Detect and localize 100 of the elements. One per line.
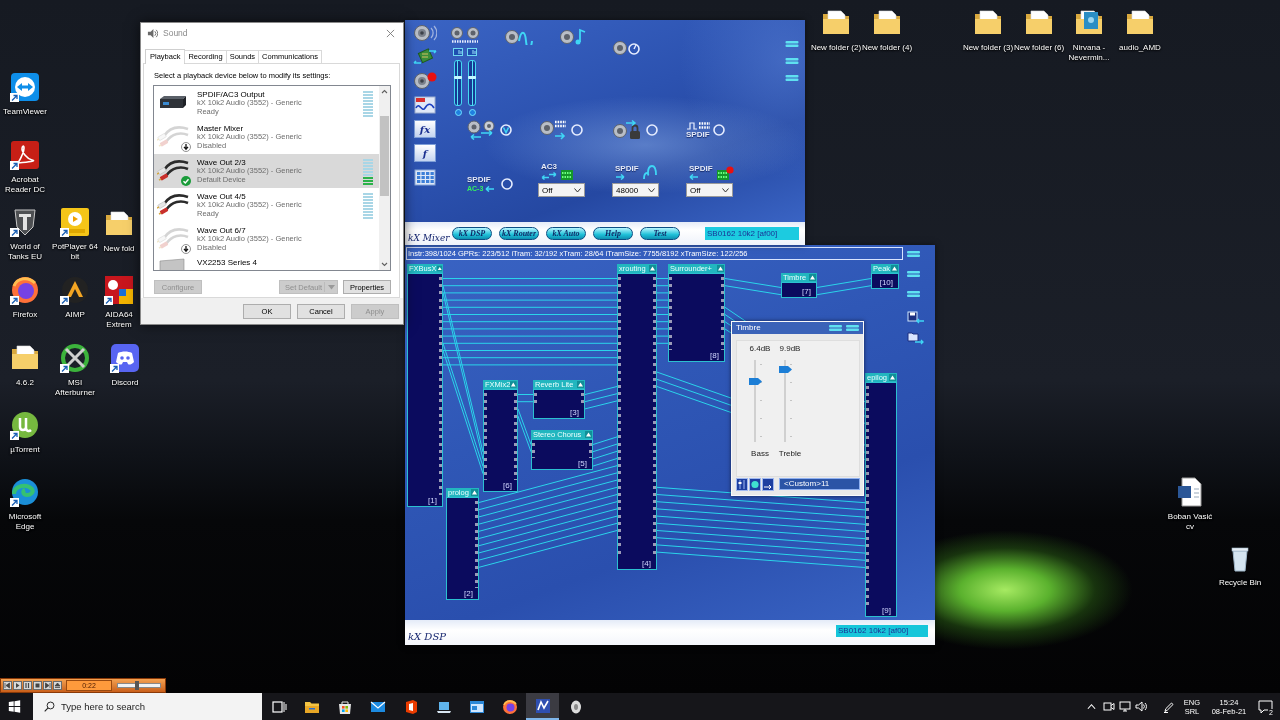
device-list[interactable] bbox=[153, 85, 391, 271]
round-logo-icon[interactable] bbox=[10, 275, 40, 305]
pen-icon[interactable] bbox=[1163, 700, 1175, 713]
speaker-note-icon[interactable] bbox=[560, 28, 586, 45]
double-line-icon[interactable] bbox=[785, 41, 799, 47]
plugin-block[interactable]: [7] bbox=[781, 282, 817, 298]
plugin-block[interactable]: [2] bbox=[446, 497, 479, 600]
previous-icon[interactable] bbox=[3, 681, 12, 690]
plugin-block[interactable]: [4] bbox=[617, 273, 657, 570]
desktop-icon-label[interactable]: Boban Vasić cv bbox=[1164, 512, 1216, 532]
speaker-dial-icon[interactable] bbox=[613, 40, 641, 56]
collapse-arrow-icon[interactable] bbox=[717, 265, 724, 272]
speaker-record-icon[interactable] bbox=[413, 71, 437, 91]
desktop-icon-label[interactable]: Nirvana - Nevermin... bbox=[1063, 43, 1115, 63]
desktop-icon-label[interactable]: audio_AMD bbox=[1119, 43, 1161, 53]
play-icon[interactable] bbox=[13, 681, 22, 690]
circuit-board-icon[interactable] bbox=[413, 47, 437, 67]
nav-button[interactable]: Test bbox=[640, 227, 680, 240]
dropdown[interactable]: Off bbox=[686, 183, 733, 197]
desktop-icon-label[interactable]: New folder (4) bbox=[861, 43, 913, 53]
slider-thumb[interactable] bbox=[749, 377, 762, 385]
collapse-arrow-icon[interactable] bbox=[436, 265, 442, 272]
letter-tile-button[interactable]: fx bbox=[414, 120, 436, 138]
gamepad-icon[interactable] bbox=[110, 343, 140, 373]
plugin-block[interactable]: [10] bbox=[871, 273, 899, 289]
wave-logo-icon[interactable] bbox=[10, 477, 40, 507]
desktop-icon-label[interactable]: New folder (3) bbox=[962, 43, 1014, 53]
grid-tile-icon[interactable] bbox=[413, 167, 437, 187]
chevron-up-icon[interactable] bbox=[1087, 703, 1096, 710]
search-field[interactable]: Type here to search bbox=[33, 693, 262, 720]
desktop-icon-label[interactable]: Microsoft Edge bbox=[0, 512, 51, 532]
fader-icon[interactable] bbox=[736, 477, 748, 491]
play-button-icon[interactable] bbox=[60, 207, 90, 237]
nav-button[interactable]: kX DSP bbox=[452, 227, 492, 240]
desktop-icon-label[interactable]: World of Tanks EU bbox=[0, 242, 51, 262]
desktop-icon-label[interactable]: PotPlayer 64 bit bbox=[49, 242, 101, 262]
slider-thumb[interactable] bbox=[454, 75, 462, 79]
plugin-block[interactable]: [1] bbox=[407, 273, 443, 507]
volume-slider-track[interactable] bbox=[117, 683, 161, 688]
dropdown[interactable]: Off bbox=[538, 183, 585, 197]
circle-toggle-icon[interactable] bbox=[749, 477, 761, 491]
desktop-icon-label[interactable]: New folder (6) bbox=[1013, 43, 1065, 53]
scrollbar-thumb[interactable] bbox=[380, 116, 389, 196]
desktop-icon-label[interactable]: TeamViewer bbox=[3, 107, 47, 117]
desktop-icon-label[interactable]: MSI Afterburner bbox=[49, 378, 101, 398]
tile-logo-icon[interactable] bbox=[104, 275, 134, 305]
collapse-arrow-icon[interactable] bbox=[577, 381, 584, 388]
volume-slider-track[interactable] bbox=[468, 60, 476, 106]
collapse-arrow-icon[interactable] bbox=[471, 489, 478, 496]
double-line-icon[interactable] bbox=[829, 324, 842, 331]
speaker-pair-icon[interactable] bbox=[450, 27, 480, 43]
nav-button[interactable]: kX Router bbox=[499, 227, 539, 240]
desktop-icon-label[interactable]: New fold bbox=[103, 244, 135, 254]
eject-icon[interactable] bbox=[53, 681, 62, 690]
folder-arrow-icon[interactable] bbox=[907, 331, 925, 345]
ring-toggle-icon[interactable] bbox=[646, 124, 658, 136]
ring-toggle-icon[interactable] bbox=[501, 178, 514, 190]
double-line-icon[interactable] bbox=[907, 291, 920, 297]
collapse-arrow-icon[interactable] bbox=[889, 374, 896, 381]
triangle-logo-icon[interactable] bbox=[60, 275, 90, 305]
plugin-block[interactable]: [9] bbox=[865, 382, 897, 617]
desktop-icon-label[interactable]: Firefox bbox=[12, 310, 38, 320]
dropdown[interactable]: 48000 bbox=[612, 183, 659, 197]
slider-thumb[interactable] bbox=[468, 75, 476, 79]
ring-toggle-icon[interactable] bbox=[713, 124, 725, 136]
circle-logo-icon[interactable] bbox=[10, 410, 40, 440]
channel-link-icon[interactable] bbox=[467, 48, 477, 56]
next-icon[interactable] bbox=[43, 681, 52, 690]
stop-icon[interactable] bbox=[33, 681, 42, 690]
double-line-icon[interactable] bbox=[846, 324, 859, 331]
collapse-arrow-icon[interactable] bbox=[510, 381, 517, 388]
slider-thumb[interactable] bbox=[134, 681, 139, 690]
taskbar-button[interactable] bbox=[526, 693, 559, 720]
desktop-icon-label[interactable]: Acrobat Reader DC bbox=[0, 175, 51, 195]
double-line-icon[interactable] bbox=[907, 271, 920, 277]
arrow-right-icon[interactable] bbox=[762, 477, 774, 491]
nav-button[interactable]: kX Auto bbox=[546, 227, 586, 240]
desktop-icon-label[interactable]: Discord bbox=[111, 378, 139, 388]
scrollbar[interactable] bbox=[379, 86, 390, 270]
preset-field[interactable]: <Custom>11 bbox=[779, 478, 860, 491]
plugin-block[interactable]: [6] bbox=[483, 389, 518, 492]
desktop-icon-label[interactable]: AIMP bbox=[65, 310, 85, 320]
collapse-arrow-icon[interactable] bbox=[585, 431, 592, 438]
plugin-block[interactable]: [3] bbox=[533, 389, 585, 419]
desktop-icon-label[interactable]: µTorrent bbox=[10, 445, 40, 455]
desktop-icon-label[interactable]: AIDA64 Extrem bbox=[99, 310, 139, 330]
camera-icon[interactable] bbox=[1103, 701, 1115, 712]
collapse-arrow-icon[interactable] bbox=[809, 274, 816, 281]
monitor-icon[interactable] bbox=[1119, 701, 1131, 712]
desktop-icon-label[interactable]: 4.6.2 bbox=[16, 378, 34, 388]
slider-thumb[interactable] bbox=[779, 366, 792, 374]
volume-slider-track[interactable] bbox=[454, 60, 462, 106]
double-line-icon[interactable] bbox=[785, 75, 799, 81]
collapse-arrow-icon[interactable] bbox=[649, 265, 656, 272]
channel-link-icon[interactable] bbox=[453, 48, 463, 56]
double-line-icon[interactable] bbox=[907, 251, 920, 257]
ring-icon[interactable] bbox=[60, 343, 90, 373]
speaker-icon[interactable] bbox=[1135, 701, 1147, 712]
document-icon[interactable] bbox=[1175, 477, 1205, 507]
desktop-icon-label[interactable]: New folder (2) bbox=[810, 43, 862, 53]
